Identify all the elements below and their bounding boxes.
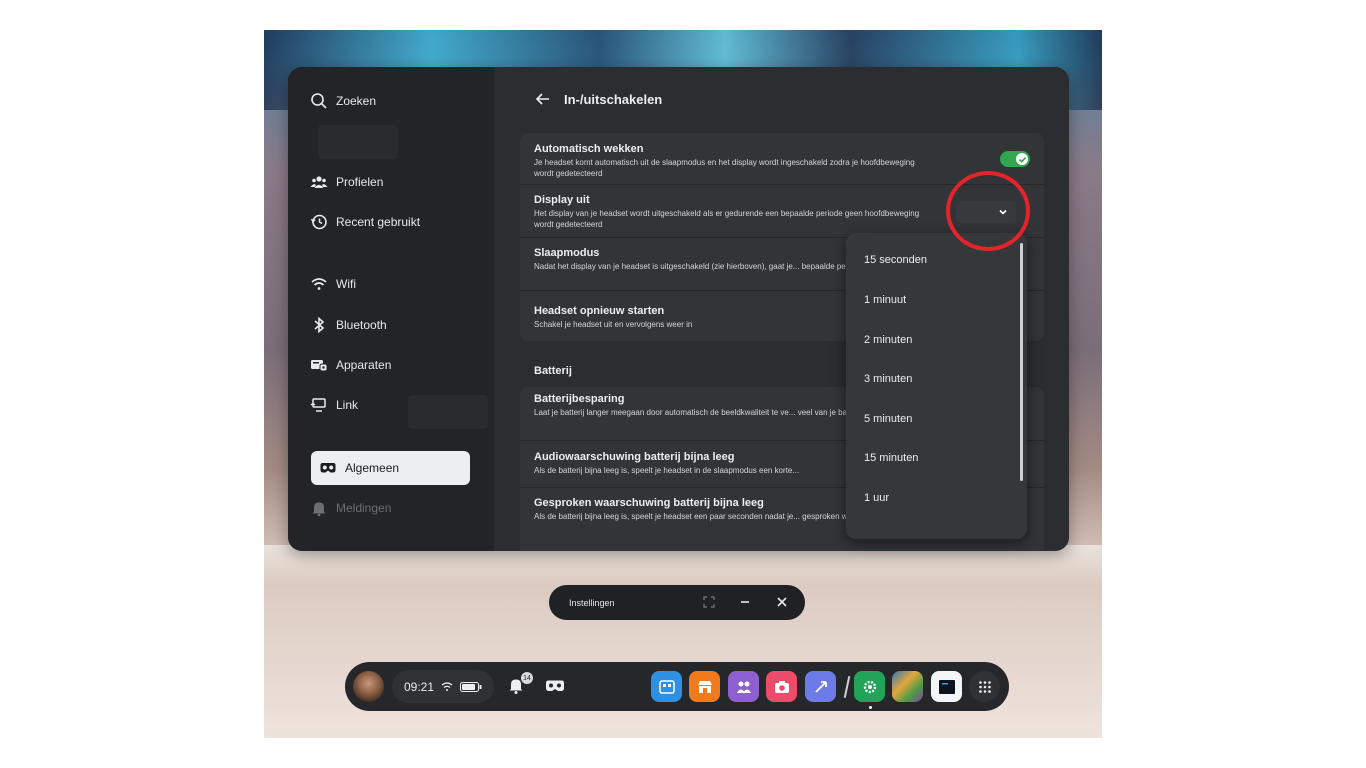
sidebar-item-label: Algemeen: [345, 461, 400, 475]
link-icon: [310, 398, 326, 412]
dropdown-option[interactable]: 5 minuten: [864, 413, 912, 425]
minimize-button[interactable]: [737, 594, 753, 610]
expand-icon: [703, 596, 715, 608]
sidebar-search[interactable]: Zoeken: [310, 84, 470, 118]
people-app-icon[interactable]: [728, 671, 759, 702]
sidebar-item-label: Apparaten: [336, 358, 392, 372]
close-icon: [777, 597, 787, 607]
bell-icon: [312, 502, 326, 517]
search-icon: [311, 93, 327, 109]
window-titlebar: Instellingen: [549, 585, 805, 620]
dropdown-option[interactable]: 2 minuten: [864, 334, 912, 346]
dropdown-option[interactable]: 1 minuut: [864, 294, 906, 306]
sidebar: Zoeken Profielen Recent gebruikt Wifi Bl…: [288, 67, 494, 551]
dropdown-option[interactable]: 3 minuten: [864, 373, 912, 385]
browser-app-icon[interactable]: [931, 671, 962, 702]
status-pill[interactable]: 09:21: [392, 670, 494, 703]
blank-placeholder: [408, 395, 488, 429]
people-icon: [310, 176, 328, 188]
sidebar-item-apparaten[interactable]: Apparaten: [310, 348, 470, 382]
minimize-icon: [741, 601, 749, 603]
blank-placeholder: [318, 125, 398, 159]
sidebar-item-wifi[interactable]: Wifi: [310, 267, 470, 301]
check-icon: [1018, 156, 1026, 163]
store-icon[interactable]: [689, 671, 720, 702]
game-app-icon[interactable]: [892, 671, 923, 702]
notification-count-badge: 14: [521, 672, 533, 684]
headset-status-icon[interactable]: [545, 679, 565, 693]
sidebar-item-profielen[interactable]: Profielen: [310, 165, 470, 199]
dropdown-scrollbar[interactable]: [1020, 243, 1023, 481]
dropdown-option[interactable]: 1 uur: [864, 492, 889, 504]
dropdown-option[interactable]: 15 seconden: [864, 254, 927, 266]
sidebar-item-meldingen[interactable]: Meldingen: [310, 491, 470, 525]
app-library-grid-icon[interactable]: [969, 671, 1000, 702]
running-indicator: [869, 706, 872, 709]
sidebar-item-label: Profielen: [336, 175, 384, 189]
setting-desc: Je headset komt automatisch uit de slaap…: [534, 158, 915, 178]
toggle-knob: [1016, 153, 1028, 165]
taskbar: 09:21 14: [345, 662, 1009, 711]
setting-desc: Het display van je headset wordt uitgesc…: [534, 209, 920, 229]
taskbar-separator: [843, 676, 851, 698]
setting-title: Automatisch wekken: [534, 143, 644, 155]
headset-icon: [320, 463, 336, 473]
page-header: In-/uitschakelen: [534, 90, 662, 108]
app-store-icon[interactable]: [651, 671, 682, 702]
camera-icon[interactable]: [766, 671, 797, 702]
wifi-status-icon: [441, 681, 453, 692]
sidebar-item-label: Wifi: [336, 277, 356, 291]
sidebar-item-label: Bluetooth: [336, 318, 387, 332]
battery-status-icon: [460, 682, 482, 692]
dropdown-option[interactable]: 15 minuten: [864, 452, 918, 464]
sidebar-item-bluetooth[interactable]: Bluetooth: [310, 308, 470, 342]
sidebar-item-label: Recent gebruikt: [336, 215, 421, 229]
expand-button[interactable]: [701, 594, 717, 610]
bluetooth-icon: [314, 316, 325, 334]
sidebar-item-label: Meldingen: [336, 501, 392, 515]
highlight-circle: [946, 171, 1030, 251]
window-title: Instellingen: [569, 598, 615, 608]
back-arrow-icon[interactable]: [534, 90, 552, 108]
avatar[interactable]: [353, 671, 384, 702]
timeout-dropdown: 15 seconden 1 minuut 2 minuten 3 minuten…: [846, 233, 1027, 539]
clock-time: 09:21: [404, 680, 435, 694]
wifi-icon: [311, 278, 327, 290]
devices-icon: [311, 360, 328, 372]
settings-gear-icon[interactable]: [854, 671, 885, 702]
section-title-battery: Batterij: [534, 365, 572, 377]
sidebar-item-algemeen[interactable]: Algemeen: [311, 451, 470, 485]
close-button[interactable]: [774, 594, 790, 610]
setting-row-auto-wake[interactable]: Automatisch wekken Je headset komt autom…: [534, 143, 1030, 179]
page-title: In-/uitschakelen: [564, 91, 663, 107]
sidebar-item-label: Link: [336, 398, 359, 412]
sidebar-item-recent[interactable]: Recent gebruikt: [310, 205, 470, 239]
sidebar-search-label: Zoeken: [336, 94, 377, 108]
assistant-icon[interactable]: [805, 671, 836, 702]
history-icon: [310, 214, 327, 230]
auto-wake-toggle[interactable]: [1000, 151, 1030, 167]
